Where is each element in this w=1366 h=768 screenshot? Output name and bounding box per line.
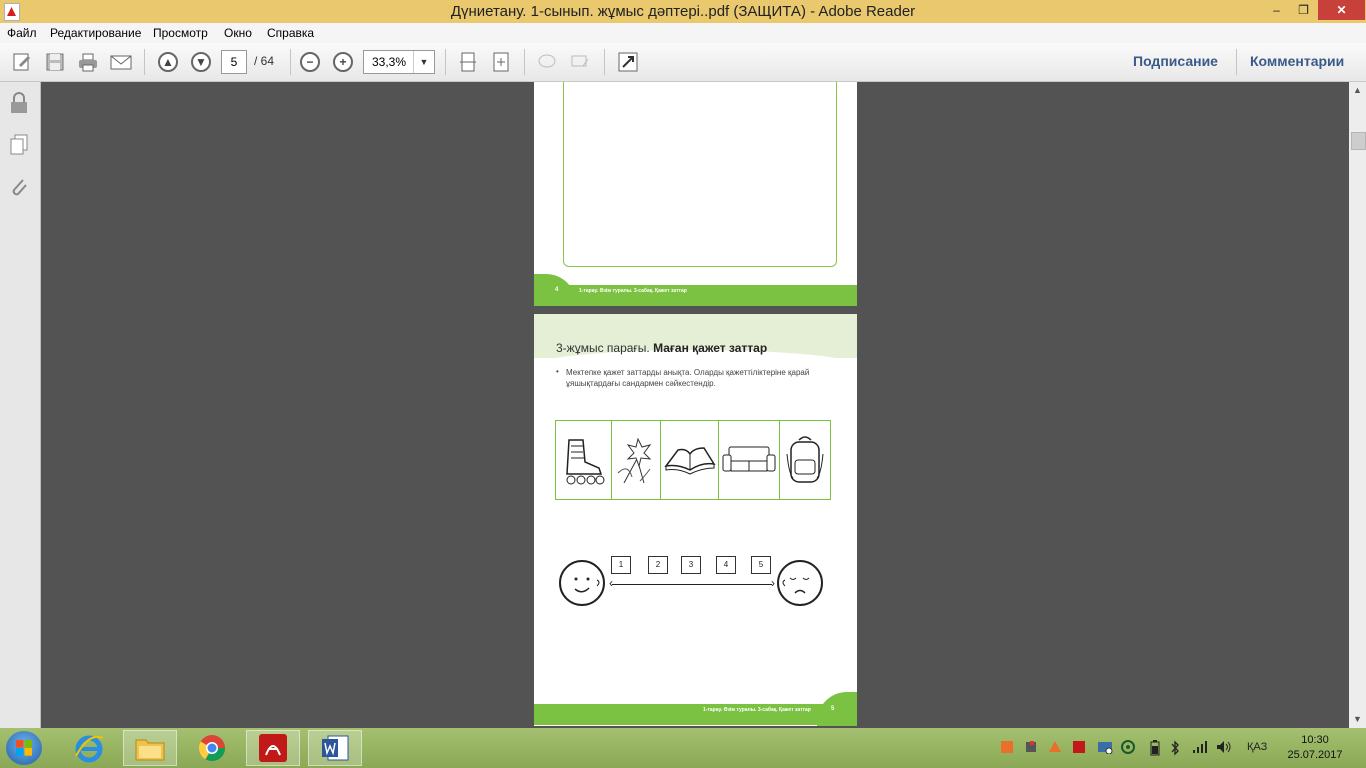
- number-box-1: 1: [611, 556, 631, 574]
- minimize-button[interactable]: –: [1263, 0, 1290, 20]
- menu-edit[interactable]: Редактирование: [50, 26, 141, 40]
- file-explorer-icon[interactable]: [123, 730, 177, 766]
- word-icon[interactable]: [308, 730, 362, 766]
- menu-file[interactable]: Файл: [7, 26, 37, 40]
- page-number-input[interactable]: 5: [221, 50, 247, 74]
- zoom-in-icon[interactable]: +: [331, 50, 355, 74]
- menu-view[interactable]: Просмотр: [153, 26, 208, 40]
- fit-page-icon[interactable]: [456, 50, 480, 74]
- full-screen-icon[interactable]: [616, 50, 640, 74]
- tray-app-icon[interactable]: [1121, 740, 1135, 757]
- sofa-icon: [719, 421, 781, 499]
- zoom-select[interactable]: 33,3% ▼: [363, 50, 435, 74]
- number-box-4: 4: [716, 556, 736, 574]
- tray-app-icon[interactable]: [1000, 740, 1014, 757]
- print-icon[interactable]: [76, 50, 100, 74]
- close-button[interactable]: ✕: [1318, 0, 1365, 20]
- toolbar-separator: [144, 49, 145, 75]
- zoom-out-icon[interactable]: −: [298, 50, 322, 74]
- start-button[interactable]: [6, 731, 42, 765]
- toolbar-separator: [445, 49, 446, 75]
- toolbar-separator: [1236, 49, 1237, 75]
- restore-button[interactable]: ❐: [1290, 0, 1317, 20]
- comment-button[interactable]: Комментарии: [1250, 53, 1344, 69]
- previous-page-icon[interactable]: ▲: [156, 50, 180, 74]
- highlight-icon[interactable]: [568, 50, 592, 74]
- wifi-signal-icon[interactable]: [1192, 740, 1208, 757]
- page-footer-text: 1-тарау. Өзім туралы. 3-сабақ. Қажет зат…: [703, 707, 811, 713]
- worksheet-title-bold: Маған қажет заттар: [653, 341, 768, 355]
- menu-window[interactable]: Окно: [224, 26, 252, 40]
- scroll-down-icon[interactable]: ▼: [1349, 711, 1366, 728]
- instruction-text: Мектепке қажет заттарды анықта. Оларды қ…: [566, 368, 810, 388]
- internet-explorer-icon[interactable]: [62, 730, 116, 766]
- volume-icon[interactable]: [1216, 740, 1232, 757]
- pages-icon[interactable]: [8, 134, 30, 156]
- toolbar-separator: [604, 49, 605, 75]
- language-indicator[interactable]: ҚАЗ: [1247, 741, 1267, 753]
- create-pdf-icon[interactable]: [10, 50, 34, 74]
- email-icon[interactable]: [109, 50, 133, 74]
- bullet-icon: •: [556, 367, 559, 376]
- navigation-panel: [0, 82, 41, 728]
- tray-adobe-icon[interactable]: [1072, 740, 1086, 757]
- backpack-icon: [780, 421, 830, 499]
- scale-arrow: [609, 576, 775, 590]
- scroll-thumb[interactable]: [1351, 132, 1366, 150]
- sad-face-icon: [777, 560, 823, 606]
- page-number: 4: [555, 287, 559, 293]
- happy-face-icon: [559, 560, 605, 606]
- tray-app-icon[interactable]: [1048, 740, 1062, 757]
- pdf-page-4: 4 1-тарау. Өзім туралы. 3-сабақ. Қажет з…: [534, 82, 857, 306]
- number-box-3: 3: [681, 556, 701, 574]
- taskbar: ҚАЗ 10:30 25.07.2017: [0, 728, 1366, 768]
- tray-app-icon[interactable]: [1024, 740, 1038, 757]
- toolbar-separator: [290, 49, 291, 75]
- clock[interactable]: 10:30 25.07.2017: [1285, 733, 1345, 763]
- pdf-page-5: 3-жұмыс парағы. Маған қажет заттар • Мек…: [534, 314, 857, 726]
- clock-date: 25.07.2017: [1287, 749, 1343, 761]
- page-number: 5: [831, 706, 835, 712]
- number-box-5: 5: [751, 556, 771, 574]
- number-box-2: 2: [648, 556, 668, 574]
- book-icon: [661, 421, 719, 499]
- answer-frame: [563, 82, 837, 267]
- battery-icon[interactable]: [1150, 740, 1160, 759]
- vertical-scrollbar[interactable]: ▲ ▼: [1349, 82, 1366, 728]
- adobe-reader-taskbar-icon[interactable]: [246, 730, 300, 766]
- fit-width-icon[interactable]: [489, 50, 513, 74]
- scroll-up-icon[interactable]: ▲: [1349, 82, 1366, 99]
- chevron-down-icon[interactable]: ▼: [413, 51, 434, 73]
- page-total: / 64: [254, 54, 275, 68]
- window-title: Дүниетану. 1-сынып. жұмыс дәптері..pdf (…: [450, 3, 916, 20]
- roller-skate-icon: [556, 421, 612, 499]
- picture-grid: [555, 420, 831, 500]
- attachment-icon[interactable]: [8, 176, 30, 198]
- menu-bar: Файл Редактирование Просмотр Окно Справк…: [0, 23, 1366, 43]
- zoom-value: 33,3%: [372, 55, 407, 69]
- worksheet-title: 3-жұмыс парағы. Маған қажет заттар: [556, 341, 767, 355]
- title-bar: Дүниетану. 1-сынып. жұмыс дәптері..pdf (…: [0, 0, 1366, 23]
- toolbar-separator: [524, 49, 525, 75]
- clock-time: 10:30: [1301, 734, 1329, 746]
- lock-icon[interactable]: [8, 92, 30, 114]
- tray-network-manager-icon[interactable]: [1097, 740, 1113, 757]
- menu-help[interactable]: Справка: [267, 26, 314, 40]
- chrome-icon[interactable]: [185, 730, 239, 766]
- save-icon[interactable]: [43, 50, 67, 74]
- next-page-icon[interactable]: ▼: [189, 50, 213, 74]
- bluetooth-icon[interactable]: [1170, 740, 1180, 759]
- worksheet-title-prefix: 3-жұмыс парағы.: [556, 341, 650, 355]
- comment-icon[interactable]: [535, 50, 559, 74]
- sign-button[interactable]: Подписание: [1133, 53, 1218, 69]
- flower-icon: [612, 421, 662, 499]
- page-number-badge: [817, 692, 857, 726]
- page-footer-text: 1-тарау. Өзім туралы. 3-сабақ. Қажет зат…: [579, 288, 687, 294]
